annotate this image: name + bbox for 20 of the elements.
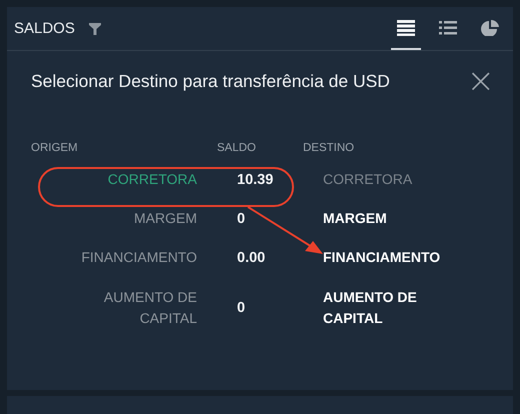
close-button[interactable]: × bbox=[462, 66, 499, 96]
balance-value: 0 bbox=[237, 210, 246, 226]
list-view-icon bbox=[439, 20, 457, 36]
table-view-icon bbox=[397, 20, 415, 36]
pie-chart-icon bbox=[481, 20, 499, 36]
origin-item[interactable]: MARGEM bbox=[134, 208, 197, 229]
balance-value: 0.00 bbox=[237, 250, 266, 266]
balance-value: 0 bbox=[237, 300, 246, 316]
origin-item[interactable]: AUMENTO DE CAPITAL bbox=[77, 287, 197, 329]
balance-value: 10.39 bbox=[237, 172, 274, 188]
column-header: SALDO bbox=[217, 142, 256, 154]
origin-item[interactable]: FINANCIAMENTO bbox=[81, 247, 197, 268]
filter-icon[interactable] bbox=[88, 22, 101, 34]
column-header: DESTINO bbox=[303, 142, 354, 154]
destination-item[interactable]: MARGEM bbox=[323, 208, 387, 229]
destination-item[interactable]: AUMENTO DE CAPITAL bbox=[323, 287, 473, 329]
column-header: ORIGEM bbox=[31, 142, 78, 154]
dialog-title: Selecionar Destino para transferência de USD bbox=[31, 70, 390, 92]
panel-title: SALDOS bbox=[14, 20, 75, 37]
destination-item[interactable]: FINANCIAMENTO bbox=[323, 247, 440, 268]
